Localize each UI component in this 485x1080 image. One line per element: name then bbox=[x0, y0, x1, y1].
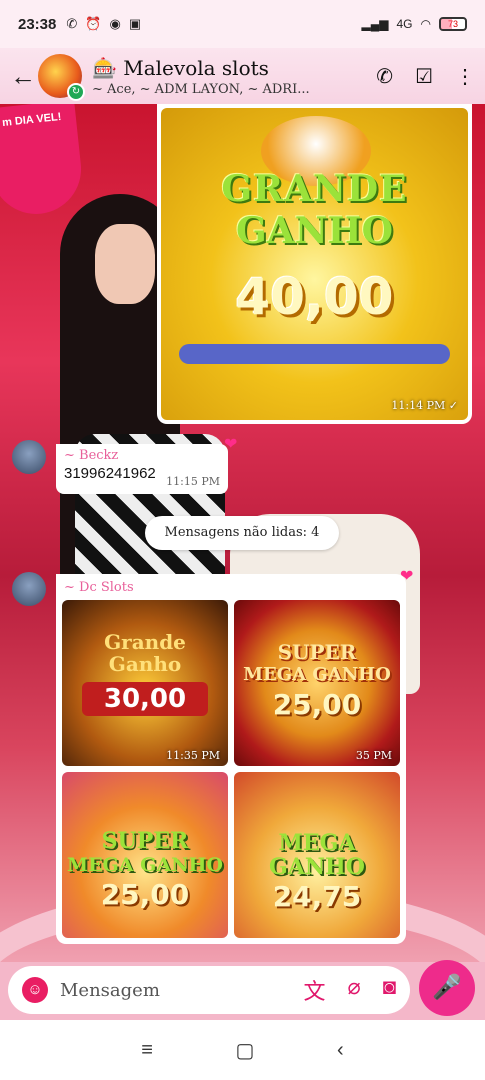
emoji-icon[interactable]: ☺ bbox=[22, 977, 48, 1003]
tile-time: 35 PM bbox=[355, 749, 392, 762]
wallpaper-face bbox=[95, 224, 155, 304]
image-message[interactable]: GRANDE GANHO 40,00 11:14 PM ✓ bbox=[157, 104, 472, 424]
album-message[interactable]: ~ Dc Slots Grande Ganho 30,00 11:35 PM S… bbox=[56, 574, 406, 944]
album-tile[interactable]: MEGA GANHO 24,75 bbox=[234, 772, 400, 938]
notification-icons: ✆ ⏰ ◉ ▣ bbox=[66, 16, 141, 32]
system-icons: ▂▄▆ 4G ◠ 73 bbox=[362, 17, 467, 31]
message-time: 11:15 PM bbox=[166, 475, 220, 488]
clock: 23:38 bbox=[18, 15, 57, 33]
translate-icon[interactable]: 文 bbox=[303, 974, 325, 1006]
wifi-icon: ◠ bbox=[420, 17, 431, 31]
microphone-button[interactable]: 🎤 bbox=[419, 960, 475, 1016]
sender-name[interactable]: ~ Dc Slots bbox=[60, 578, 402, 600]
alarm-icon: ⏰ bbox=[85, 16, 102, 31]
recent-apps-icon[interactable]: ≡ bbox=[141, 1039, 153, 1062]
signal-icon: ▂▄▆ bbox=[361, 17, 389, 31]
tile-line1: Grande bbox=[104, 630, 186, 654]
group-avatar[interactable]: ↻ bbox=[38, 54, 85, 101]
more-options-icon[interactable]: ⋮ bbox=[455, 64, 475, 89]
sender-name[interactable]: ~ Beckz bbox=[64, 448, 220, 463]
message-input[interactable]: ☺ Mensagem 文 ⌀ ◙ bbox=[8, 966, 410, 1014]
input-actions: 文 ⌀ ◙ bbox=[303, 974, 396, 1006]
text-message[interactable]: ~ Beckz 31996241962 11:15 PM bbox=[56, 444, 228, 494]
tile-line2: MEGA GANHO bbox=[67, 854, 223, 876]
tile-line2: MEGA GANHO bbox=[243, 664, 391, 685]
poll-icon[interactable]: ☑ bbox=[415, 64, 433, 89]
community-badge-icon: ↻ bbox=[67, 83, 85, 101]
message-time: 11:14 PM ✓ bbox=[391, 399, 458, 412]
chat-info[interactable]: 🎰 Malevola slots ~ Ace, ~ ADM LAYON, ~ A… bbox=[92, 56, 368, 97]
read-check-icon: ✓ bbox=[448, 399, 458, 412]
album-tile[interactable]: SUPER MEGA GANHO 25,00 35 PM bbox=[234, 600, 400, 766]
add-call-icon[interactable]: ✆ bbox=[376, 64, 393, 89]
chat-header: ← ↻ 🎰 Malevola slots ~ Ace, ~ ADM LAYON,… bbox=[0, 48, 485, 104]
sender-avatar[interactable] bbox=[12, 572, 46, 606]
image-band bbox=[179, 344, 450, 364]
instagram-icon: ▣ bbox=[128, 16, 142, 31]
camera-icon[interactable]: ◙ bbox=[383, 974, 396, 1006]
attach-icon[interactable]: ⌀ bbox=[347, 974, 360, 1006]
chat-title: 🎰 Malevola slots bbox=[92, 55, 269, 80]
chat-participants: ~ Ace, ~ ADM LAYON, ~ ADRI... bbox=[92, 81, 310, 97]
tile-line1: SUPER bbox=[101, 828, 189, 854]
tile-line1: MEGA bbox=[278, 830, 356, 856]
tile-line2: Ganho bbox=[108, 652, 182, 676]
image-amount: 40,00 bbox=[235, 268, 394, 326]
back-nav-icon[interactable]: ‹ bbox=[337, 1039, 344, 1062]
image-caption-line1: GRANDE bbox=[221, 168, 408, 210]
tile-amount: 25,00 bbox=[100, 878, 190, 911]
album-tile[interactable]: SUPER MEGA GANHO 25,00 bbox=[62, 772, 228, 938]
image-caption-line2: GANHO bbox=[236, 210, 393, 252]
tile-amount: 30,00 bbox=[82, 682, 208, 716]
whatsapp-icon: ◉ bbox=[109, 16, 121, 31]
tile-time: 11:35 PM bbox=[166, 749, 220, 762]
album-tile[interactable]: Grande Ganho 30,00 11:35 PM bbox=[62, 600, 228, 766]
home-icon[interactable]: ▢ bbox=[236, 1038, 255, 1063]
album-grid: Grande Ganho 30,00 11:35 PM SUPER MEGA G… bbox=[60, 600, 402, 938]
battery-icon: 73 bbox=[439, 17, 467, 31]
message-placeholder[interactable]: Mensagem bbox=[60, 980, 303, 1001]
tile-line2: GANHO bbox=[269, 854, 365, 880]
header-actions: ✆ ☑ ⋮ bbox=[376, 64, 475, 89]
muted-call-icon: ✆ bbox=[66, 16, 78, 31]
tile-line1: SUPER bbox=[277, 640, 357, 664]
sender-avatar[interactable] bbox=[12, 440, 46, 474]
tile-amount: 25,00 bbox=[272, 688, 362, 721]
back-arrow-icon[interactable]: ← bbox=[10, 61, 36, 92]
tile-amount: 24,75 bbox=[272, 880, 362, 913]
system-nav-bar: ≡ ▢ ‹ bbox=[0, 1020, 485, 1080]
unread-divider: Mensagens não lidas: 4 bbox=[145, 516, 339, 550]
network-type: 4G bbox=[396, 17, 413, 31]
win-image[interactable]: GRANDE GANHO 40,00 11:14 PM ✓ bbox=[161, 108, 468, 420]
status-bar: 23:38 ✆ ⏰ ◉ ▣ ▂▄▆ 4G ◠ 73 bbox=[0, 0, 485, 48]
